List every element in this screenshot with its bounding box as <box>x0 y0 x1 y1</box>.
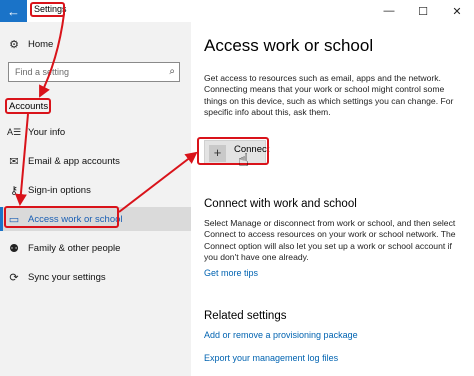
section-title-connect: Connect with work and school <box>204 198 357 210</box>
sidebar-item-home[interactable]: ⚙ Home <box>0 32 191 56</box>
callout-access-work <box>4 206 119 228</box>
person-card-icon: A☰ <box>6 126 22 137</box>
export-log-files-link[interactable]: Export your management log files <box>204 353 338 363</box>
sidebar-item-sign-in[interactable]: ⚷ Sign-in options <box>0 178 191 202</box>
active-indicator <box>0 207 3 231</box>
key-icon: ⚷ <box>9 184 19 197</box>
gear-icon: ⚙ <box>9 38 19 51</box>
main-content: Access work or school Get access to reso… <box>191 22 474 376</box>
sidebar-item-family[interactable]: ⚉ Family & other people <box>0 236 191 260</box>
search-icon: ⌕ <box>169 66 175 77</box>
sidebar-item-label: Home <box>28 38 54 50</box>
back-button[interactable]: ← <box>0 0 27 22</box>
search-placeholder: Find a setting <box>15 67 70 77</box>
search-input[interactable]: Find a setting ⌕ <box>8 62 180 82</box>
title-bar: ← Settings — ☐ ✕ <box>0 0 474 22</box>
sync-icon: ⟳ <box>9 271 19 284</box>
back-arrow-icon: ← <box>7 3 20 19</box>
hand-cursor-icon: ☝ <box>238 150 249 170</box>
provisioning-package-link[interactable]: Add or remove a provisioning package <box>204 330 358 340</box>
page-description: Get access to resources such as email, a… <box>204 73 454 118</box>
close-button[interactable]: ✕ <box>440 0 474 22</box>
callout-accounts <box>5 98 51 114</box>
minimize-button[interactable]: — <box>372 0 406 22</box>
callout-settings <box>30 2 65 17</box>
callout-connect <box>197 137 269 165</box>
envelope-icon: ✉ <box>9 155 19 168</box>
section-text-connect: Select Manage or disconnect from work or… <box>204 218 456 263</box>
window-controls: — ☐ ✕ <box>372 0 474 22</box>
sidebar-item-email[interactable]: ✉ Email & app accounts <box>0 149 191 173</box>
sidebar: ⚙ Home Find a setting ⌕ Accounts A☰ Your… <box>0 22 191 376</box>
sidebar-item-label: Family & other people <box>28 242 121 254</box>
sidebar-item-label: Email & app accounts <box>28 155 120 167</box>
sidebar-item-label: Sync your settings <box>28 271 106 283</box>
people-icon: ⚉ <box>9 242 19 255</box>
page-title: Access work or school <box>204 36 374 55</box>
get-more-tips-link[interactable]: Get more tips <box>204 268 258 278</box>
sidebar-item-label: Sign-in options <box>28 184 91 196</box>
sidebar-item-label: Your info <box>28 126 66 138</box>
sidebar-item-sync[interactable]: ⟳ Sync your settings <box>0 265 191 289</box>
section-title-related: Related settings <box>204 310 287 322</box>
maximize-button[interactable]: ☐ <box>406 0 440 22</box>
sidebar-item-your-info[interactable]: A☰ Your info <box>0 120 191 144</box>
